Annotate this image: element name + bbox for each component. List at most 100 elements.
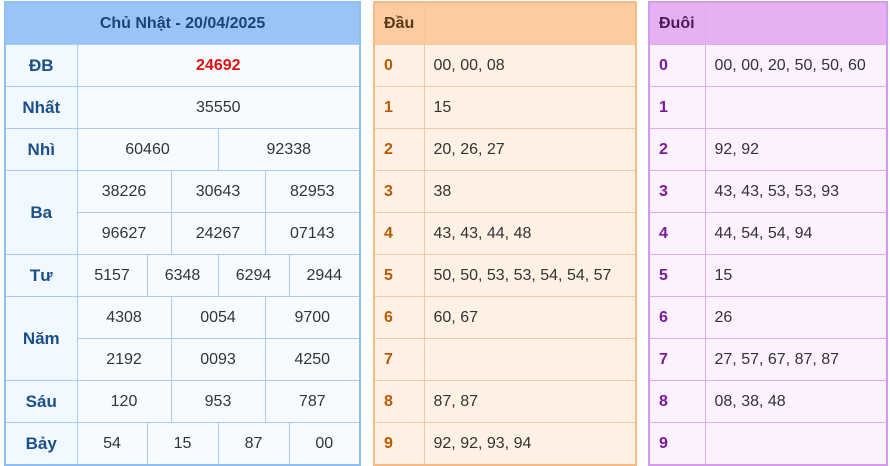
table-row: 6 26 (648, 296, 888, 339)
prize-value: 6294 (217, 254, 290, 297)
duoi-values (704, 86, 888, 129)
table-row: 0 00, 00, 20, 50, 50, 60 (648, 44, 888, 87)
prize-label-fifth: Năm (4, 296, 78, 381)
prize-label-seventh: Bảy (4, 422, 78, 466)
table-row: Năm 4308 0054 9700 (4, 296, 361, 381)
prize-value: 24267 (170, 212, 266, 255)
dau-key: 3 (373, 170, 425, 213)
prize-value: 92338 (217, 128, 361, 171)
prize-value: 35550 (76, 86, 361, 129)
prize-value: 953 (170, 380, 266, 423)
table-row: 8 08, 38, 48 (648, 380, 888, 423)
duoi-values: 43, 43, 53, 53, 93 (704, 170, 888, 213)
dau-key: 5 (373, 254, 425, 297)
prize-value: 96627 (76, 212, 172, 255)
dau-header-blank (423, 1, 637, 45)
prize-value: 30643 (170, 170, 266, 213)
prize-value: 0093 (170, 338, 266, 381)
dau-key: 2 (373, 128, 425, 171)
prize-value: 00 (288, 422, 361, 466)
duoi-table: Đuôi 0 00, 00, 20, 50, 50, 60 1 2 92, 92 3 43,… (648, 1, 888, 466)
duoi-values: 00, 00, 20, 50, 50, 60 (704, 44, 888, 87)
dau-values: 15 (423, 86, 637, 129)
dau-values: 92, 92, 93, 94 (423, 422, 637, 466)
duoi-values (704, 422, 888, 466)
table-row: 4 43, 43, 44, 48 (373, 212, 637, 255)
dau-values: 60, 67 (423, 296, 637, 339)
prize-value: 82953 (264, 170, 361, 213)
table-row: 2 20, 26, 27 (373, 128, 637, 171)
dau-key: 4 (373, 212, 425, 255)
dau-header: Đầu (373, 1, 425, 45)
prize-value: 0054 (170, 296, 266, 339)
duoi-key: 5 (648, 254, 706, 297)
prize-value: 4308 (76, 296, 172, 339)
duoi-key: 7 (648, 338, 706, 381)
table-row: 5 15 (648, 254, 888, 297)
duoi-key: 9 (648, 422, 706, 466)
dau-values: 38 (423, 170, 637, 213)
prize-value: 2944 (288, 254, 361, 297)
prize-value: 4250 (264, 338, 361, 381)
prize-value: 60460 (76, 128, 219, 171)
table-row: Bảy 54 15 87 00 (4, 422, 361, 466)
prize-label-fourth: Tư (4, 254, 78, 297)
table-row: 0 00, 00, 08 (373, 44, 637, 87)
prize-label-first: Nhất (4, 86, 78, 129)
table-row: 9 92, 92, 93, 94 (373, 422, 637, 466)
dau-key: 6 (373, 296, 425, 339)
dau-key: 1 (373, 86, 425, 129)
dau-values: 20, 26, 27 (423, 128, 637, 171)
table-row: 4 44, 54, 54, 94 (648, 212, 888, 255)
table-row: 1 (648, 86, 888, 129)
table-row: 1 15 (373, 86, 637, 129)
duoi-key: 2 (648, 128, 706, 171)
prize-value: 6348 (146, 254, 219, 297)
prize-value: 2192 (76, 338, 172, 381)
duoi-values: 92, 92 (704, 128, 888, 171)
table-row: 5 50, 50, 53, 53, 54, 54, 57 (373, 254, 637, 297)
duoi-key: 1 (648, 86, 706, 129)
prize-value: 120 (76, 380, 172, 423)
dau-key: 0 (373, 44, 425, 87)
duoi-header: Đuôi (648, 1, 706, 45)
duoi-key: 6 (648, 296, 706, 339)
dau-key: 8 (373, 380, 425, 423)
prize-value: 07143 (264, 212, 361, 255)
table-row: 6 60, 67 (373, 296, 637, 339)
duoi-values: 08, 38, 48 (704, 380, 888, 423)
prize-value: 787 (264, 380, 361, 423)
table-row: 3 43, 43, 53, 53, 93 (648, 170, 888, 213)
prize-value: 9700 (264, 296, 361, 339)
prize-value: 54 (76, 422, 148, 466)
results-table: Chủ Nhật - 20/04/2025 ĐB 24692 Nhất 3555… (4, 1, 362, 466)
dau-key: 9 (373, 422, 425, 466)
duoi-values: 44, 54, 54, 94 (704, 212, 888, 255)
prize-value: 5157 (76, 254, 148, 297)
duoi-values: 26 (704, 296, 888, 339)
duoi-values: 27, 57, 67, 87, 87 (704, 338, 888, 381)
duoi-key: 8 (648, 380, 706, 423)
duoi-values: 15 (704, 254, 888, 297)
dau-values (423, 338, 637, 381)
table-row: 7 27, 57, 67, 87, 87 (648, 338, 888, 381)
table-row: ĐB 24692 (4, 44, 361, 87)
prize-label-second: Nhì (4, 128, 78, 171)
prize-value: 38226 (76, 170, 172, 213)
results-title: Chủ Nhật - 20/04/2025 (4, 1, 361, 45)
table-row: 2 92, 92 (648, 128, 888, 171)
prize-value: 15 (146, 422, 219, 466)
table-row: Nhất 35550 (4, 86, 361, 129)
table-row: 8 87, 87 (373, 380, 637, 423)
prize-label-sixth: Sáu (4, 380, 78, 423)
duoi-key: 4 (648, 212, 706, 255)
table-row: 3 38 (373, 170, 637, 213)
table-row: Nhì 60460 92338 (4, 128, 361, 171)
special-prize-value: 24692 (76, 44, 361, 87)
prize-label-special: ĐB (4, 44, 78, 87)
duoi-header-blank (704, 1, 888, 45)
dau-key: 7 (373, 338, 425, 381)
dau-values: 87, 87 (423, 380, 637, 423)
dau-values: 43, 43, 44, 48 (423, 212, 637, 255)
table-row: 9 (648, 422, 888, 466)
